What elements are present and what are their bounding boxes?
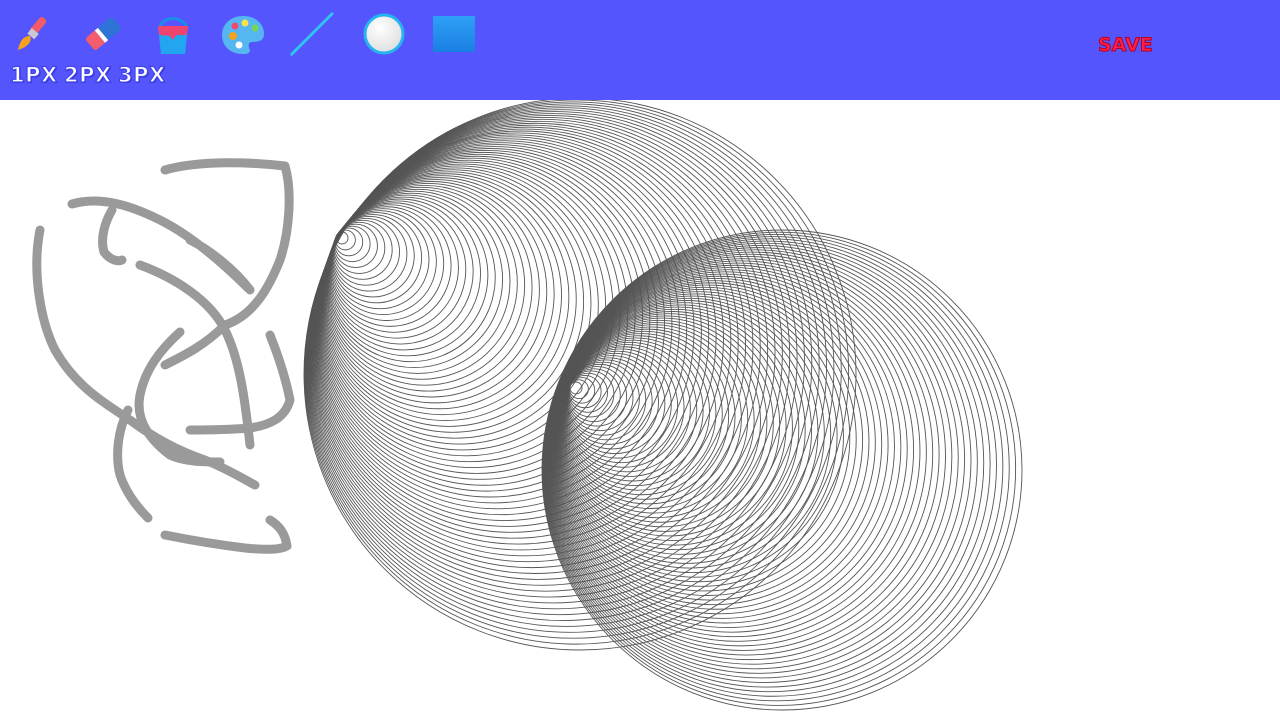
circle-tool-button[interactable] bbox=[361, 10, 407, 58]
palette-tool-button[interactable] bbox=[220, 10, 266, 58]
rectangle-tool-icon bbox=[433, 16, 475, 52]
save-button[interactable]: SAVE bbox=[1098, 32, 1154, 58]
brush-tool-button[interactable] bbox=[10, 10, 56, 58]
eraser-icon bbox=[86, 17, 121, 50]
palette-icon bbox=[222, 16, 264, 54]
freehand-strokes bbox=[32, 158, 295, 554]
size-2px-button[interactable]: 2PX bbox=[63, 62, 111, 88]
rectangle-tool-button[interactable] bbox=[431, 10, 477, 58]
line-tool-button[interactable] bbox=[288, 10, 334, 58]
concentric-circle-strokes bbox=[303, 100, 1023, 711]
paint-bucket-icon bbox=[158, 17, 188, 54]
brush-icon bbox=[18, 16, 47, 50]
size-1px-button[interactable]: 1PX bbox=[9, 62, 57, 88]
drawing-canvas[interactable] bbox=[0, 100, 1280, 720]
line-tool-icon bbox=[290, 12, 334, 56]
eraser-tool-button[interactable] bbox=[80, 10, 126, 58]
toolbar: 1PX 2PX 3PX SAVE bbox=[0, 0, 1280, 100]
fill-tool-button[interactable] bbox=[150, 10, 196, 58]
size-3px-button[interactable]: 3PX bbox=[117, 62, 165, 88]
circle-tool-icon bbox=[363, 13, 405, 55]
